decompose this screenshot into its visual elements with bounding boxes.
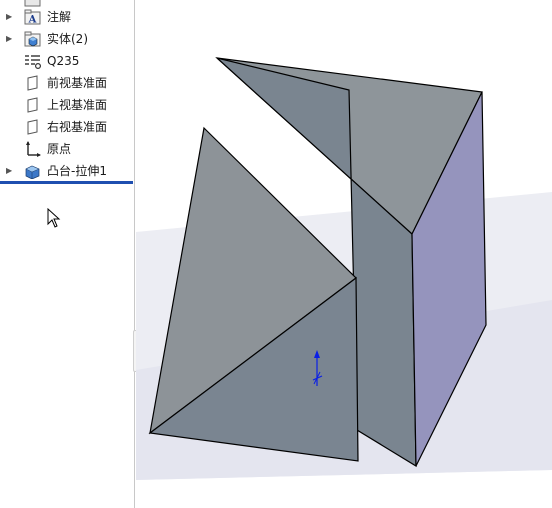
tree-item-label: Q235: [47, 54, 80, 68]
tree-item-top-plane[interactable]: 上视基准面: [0, 94, 134, 116]
feature-manager-tree: ▶ A 注解 ▶ 实体(2) Q235 前视基准面 上视基准面 右视基准面 原点…: [0, 0, 135, 508]
tree-item-label: 右视基准面: [47, 120, 108, 134]
rollback-bar[interactable]: [0, 181, 133, 184]
graphics-viewport[interactable]: [136, 0, 552, 508]
annotation-icon: A: [24, 9, 41, 25]
expand-arrow-icon[interactable]: ▶: [6, 34, 12, 44]
tree-item-origin[interactable]: 原点: [0, 138, 134, 160]
tree-item-label: 上视基准面: [47, 98, 108, 112]
tree-item-boss-extrude[interactable]: ▶ 凸台-拉伸1: [0, 160, 134, 182]
origin-icon: [26, 141, 41, 157]
svg-text:A: A: [28, 15, 37, 26]
plane-icon: [27, 75, 38, 91]
model-view[interactable]: [136, 0, 552, 508]
plane-icon: [27, 97, 38, 113]
tree-item-solid-bodies[interactable]: ▶ 实体(2): [0, 28, 134, 50]
tree-item-label: 凸台-拉伸1: [47, 164, 107, 178]
tree-item-right-plane[interactable]: 右视基准面: [0, 116, 134, 138]
tree-item-material[interactable]: Q235: [0, 50, 134, 72]
plane-icon: [27, 119, 38, 135]
expand-arrow-icon[interactable]: ▶: [6, 12, 12, 22]
solid-bodies-icon: [24, 31, 41, 47]
tree-item-label: 注解: [47, 10, 72, 24]
expand-arrow-icon[interactable]: ▶: [6, 166, 12, 176]
tree-item-annotations[interactable]: ▶ A 注解: [0, 6, 134, 28]
tree-item-label: 原点: [47, 142, 72, 156]
tree-item-label: 前视基准面: [47, 76, 108, 90]
material-icon: [25, 55, 41, 69]
extrude-boss-icon: [25, 165, 40, 179]
tree-item-label: 实体(2): [47, 32, 88, 46]
tree-item-front-plane[interactable]: 前视基准面: [0, 72, 134, 94]
mouse-cursor-icon: [47, 208, 61, 228]
